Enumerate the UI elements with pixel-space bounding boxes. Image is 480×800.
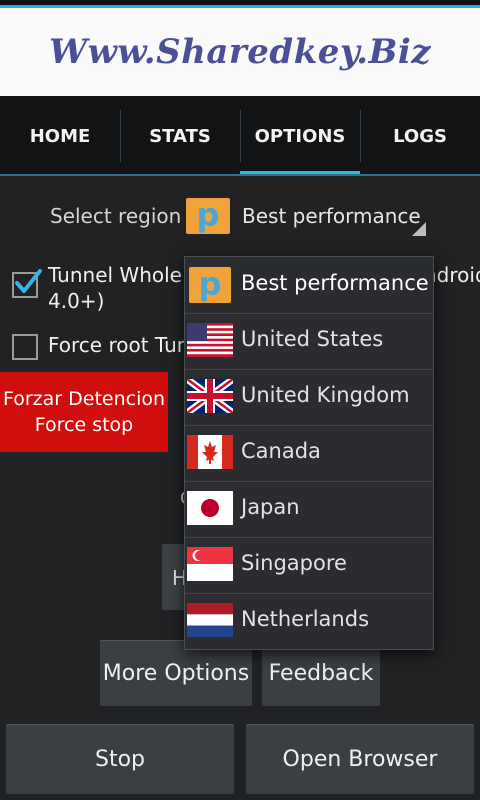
tab-options[interactable]: OPTIONS xyxy=(240,96,360,176)
force-stop-button[interactable]: Forzar Detencion Force stop xyxy=(0,372,168,452)
region-selected-value: Best performance xyxy=(242,204,421,228)
region-row: Select region p Best performance xyxy=(0,184,480,248)
p-logo-icon: p xyxy=(186,196,230,234)
force-root-checkbox[interactable] xyxy=(12,334,38,360)
status-strip xyxy=(0,0,480,8)
p-logo-icon: p xyxy=(189,267,231,303)
canada-flag-icon xyxy=(187,435,233,469)
tunnel-whole-checkbox[interactable] xyxy=(12,269,42,298)
open-browser-button[interactable]: Open Browser xyxy=(246,724,474,794)
region-option-united-kingdom[interactable]: United Kingdom xyxy=(185,369,433,425)
banner-ad[interactable]: Www.Sharedkey.Biz xyxy=(0,8,480,96)
tab-divider xyxy=(0,174,480,176)
region-dropdown: p Best performance United States United … xyxy=(184,256,434,650)
tab-stats[interactable]: STATS xyxy=(120,96,240,176)
region-option-best-performance[interactable]: p Best performance xyxy=(185,257,433,313)
singapore-flag-icon xyxy=(187,547,233,581)
us-flag-icon xyxy=(187,323,233,357)
checkmark-icon xyxy=(15,269,42,293)
region-spinner[interactable]: p Best performance xyxy=(186,192,426,236)
force-root-label: Force root Tun xyxy=(48,333,190,357)
spinner-corner-icon xyxy=(412,222,426,236)
region-label: Select region xyxy=(50,204,182,228)
region-option-united-states[interactable]: United States xyxy=(185,313,433,369)
tab-home[interactable]: HOME xyxy=(0,96,120,176)
tunnel-whole-label-line2: 4.0+) xyxy=(48,289,105,313)
netherlands-flag-icon xyxy=(187,603,233,637)
region-option-canada[interactable]: Canada xyxy=(185,425,433,481)
tab-logs[interactable]: LOGS xyxy=(360,96,480,176)
region-option-japan[interactable]: Japan xyxy=(185,481,433,537)
uk-flag-icon xyxy=(187,379,233,413)
region-option-singapore[interactable]: Singapore xyxy=(185,537,433,593)
japan-flag-icon xyxy=(187,491,233,525)
banner-text: Www.Sharedkey.Biz xyxy=(48,32,432,72)
stop-button[interactable]: Stop xyxy=(6,724,234,794)
region-option-netherlands[interactable]: Netherlands xyxy=(185,593,433,649)
tunnel-whole-label: Tunnel Whole D xyxy=(48,263,204,287)
tab-bar: HOME STATS OPTIONS LOGS xyxy=(0,96,480,176)
